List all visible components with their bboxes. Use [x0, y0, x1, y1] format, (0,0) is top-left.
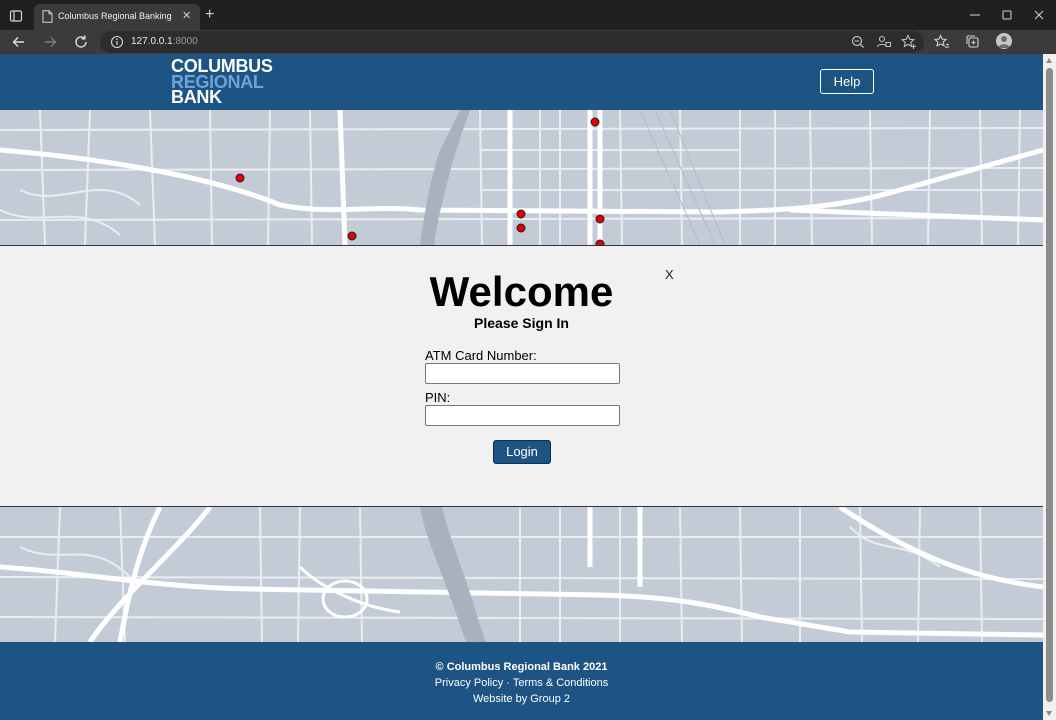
favorite-add-icon[interactable]: [900, 33, 918, 51]
credit-text: Website by Group 2: [472, 693, 570, 705]
help-button[interactable]: Help: [820, 69, 874, 94]
page-scrollbar[interactable]: [1043, 54, 1056, 720]
refresh-icon[interactable]: [72, 33, 90, 51]
card-number-label: ATM Card Number:: [425, 348, 537, 363]
map-banner-top: [0, 110, 1043, 245]
page-icon: [42, 10, 53, 23]
modal-subtitle: Please Sign In: [474, 315, 569, 331]
pin-input[interactable]: [425, 405, 620, 426]
tracking-icon[interactable]: [875, 33, 893, 51]
scroll-thumb[interactable]: [1046, 68, 1053, 702]
browser-tabstrip: Columbus Regional Banking ✕ +: [0, 0, 1056, 30]
tab-actions-icon[interactable]: [8, 8, 24, 24]
forward-icon: [45, 37, 57, 47]
bank-logo[interactable]: COLUMBUS REGIONAL BANK: [171, 57, 273, 105]
scroll-up-icon[interactable]: [1046, 58, 1052, 63]
terms-link[interactable]: Terms & Conditions: [513, 677, 608, 689]
url-text: 127.0.0.1:8000: [131, 36, 198, 47]
back-icon[interactable]: [10, 33, 28, 51]
footer-links: Privacy Policy · Terms & Conditions: [0, 677, 1043, 689]
close-modal-button[interactable]: X: [665, 267, 674, 282]
maximize-icon[interactable]: [998, 6, 1016, 24]
page-viewport: COLUMBUS REGIONAL BANK Help Welcome Plea…: [0, 54, 1043, 720]
login-button[interactable]: Login: [493, 440, 551, 464]
footer-separator: ·: [506, 677, 510, 689]
scroll-down-icon[interactable]: [1046, 711, 1052, 716]
site-footer: © Columbus Regional Bank 2021 Privacy Po…: [0, 642, 1043, 720]
sign-in-modal: Welcome Please Sign In X ATM Card Number…: [0, 245, 1043, 507]
copyright-text: © Columbus Regional Bank 2021: [435, 661, 608, 673]
close-icon[interactable]: ✕: [182, 10, 191, 22]
modal-title: Welcome: [429, 268, 614, 315]
pin-label: PIN:: [425, 390, 451, 405]
profile-icon[interactable]: [996, 33, 1012, 49]
card-number-input[interactable]: [425, 363, 620, 384]
site-header: COLUMBUS REGIONAL BANK Help: [0, 54, 1043, 110]
zoom-icon[interactable]: [849, 33, 867, 51]
close-window-icon[interactable]: [1030, 6, 1048, 24]
collections-icon[interactable]: [964, 33, 982, 51]
plus-icon[interactable]: +: [205, 6, 214, 24]
map-banner-bottom: [0, 507, 1043, 642]
tab-title: Columbus Regional Banking: [58, 11, 172, 21]
minimize-icon[interactable]: [966, 6, 984, 24]
privacy-policy-link[interactable]: Privacy Policy: [435, 677, 503, 689]
info-icon[interactable]: [110, 35, 124, 49]
address-bar[interactable]: 127.0.0.1:8000: [100, 31, 924, 53]
favorites-icon[interactable]: [933, 33, 951, 51]
browser-toolbar: 127.0.0.1:8000: [0, 30, 1056, 54]
browser-tab-active[interactable]: Columbus Regional Banking ✕: [34, 4, 200, 30]
